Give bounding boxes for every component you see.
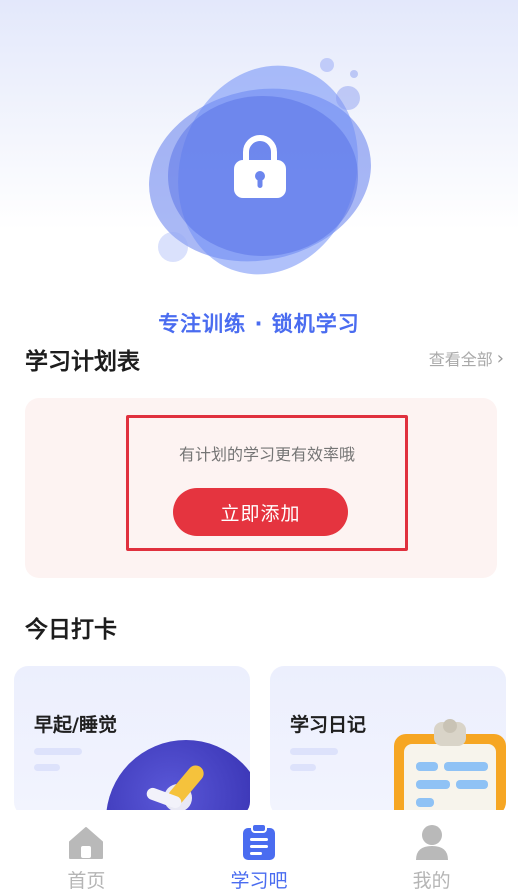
chevron-right-icon: › bbox=[496, 347, 504, 369]
decor-bubble bbox=[320, 58, 334, 72]
tab-study[interactable]: 学习吧 bbox=[189, 810, 329, 892]
add-plan-button[interactable]: 立即添加 bbox=[173, 488, 348, 536]
lock-icon[interactable] bbox=[232, 132, 288, 200]
checkin-section-title: 今日打卡 bbox=[25, 617, 117, 643]
checkin-card-sleep[interactable]: 早起/睡觉 bbox=[14, 666, 250, 816]
tab-label: 首页 bbox=[67, 870, 106, 892]
plan-section-title: 学习计划表 bbox=[25, 349, 140, 375]
hero-slogan: 专注训练 · 锁机学习 bbox=[158, 312, 360, 336]
decor-bubble bbox=[158, 232, 188, 262]
decor-bubble bbox=[336, 86, 360, 110]
hero-banner: 专注训练 · 锁机学习 bbox=[0, 0, 518, 340]
user-icon bbox=[412, 822, 452, 862]
decor-bubble bbox=[350, 70, 358, 78]
clipboard-icon bbox=[394, 719, 506, 816]
see-all-link[interactable]: 查看全部 › bbox=[429, 346, 504, 370]
bottom-tab-bar: 首页 学习吧 我的 bbox=[0, 810, 518, 892]
placeholder-line bbox=[34, 748, 82, 755]
placeholder-line bbox=[290, 764, 316, 771]
plan-empty-hint: 有计划的学习更有效率哦 bbox=[178, 445, 355, 464]
tab-home[interactable]: 首页 bbox=[16, 810, 156, 892]
checkin-card-diary[interactable]: 学习日记 bbox=[270, 666, 506, 816]
clock-icon bbox=[106, 740, 250, 816]
see-all-label: 查看全部 bbox=[428, 350, 493, 369]
tab-label: 我的 bbox=[412, 870, 451, 892]
placeholder-line bbox=[290, 748, 338, 755]
card-label: 学习日记 bbox=[290, 714, 367, 736]
card-label: 早起/睡觉 bbox=[34, 714, 117, 736]
home-icon bbox=[66, 822, 106, 862]
tab-profile[interactable]: 我的 bbox=[362, 810, 502, 892]
clipboard-icon bbox=[239, 822, 279, 862]
placeholder-line bbox=[34, 764, 60, 771]
tab-label: 学习吧 bbox=[230, 870, 288, 892]
